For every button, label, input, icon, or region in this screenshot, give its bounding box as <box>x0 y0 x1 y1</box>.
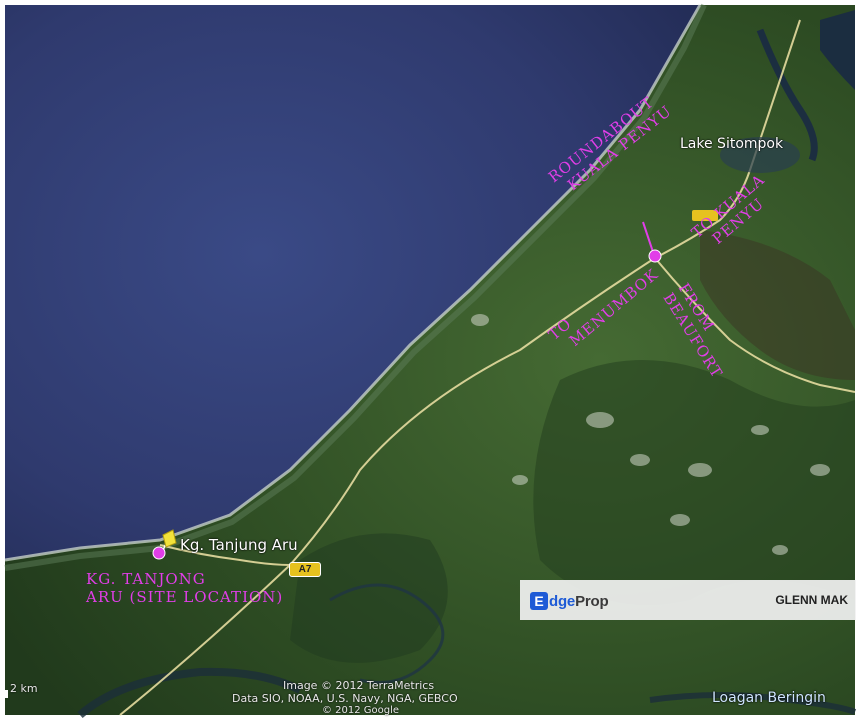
annotation-site-location: KG. TANJONG ARU (SITE LOCATION) <box>86 570 283 606</box>
attribution-line3: © 2012 Google <box>322 705 400 716</box>
agent-name: GLENN MAK <box>775 593 848 607</box>
loagan-beringin-label: Loagan Beringin <box>712 690 826 706</box>
edgeprop-logo-edge: dge <box>549 592 576 610</box>
edgeprop-logo[interactable]: E dgeProp <box>530 590 609 612</box>
attribution-line1: Image © 2012 TerraMetrics <box>283 679 435 692</box>
tanjung-aru-label: Kg. Tanjung Aru <box>180 536 298 554</box>
annotation-site-line2: ARU (SITE LOCATION) <box>86 588 284 606</box>
roundabout-marker <box>648 249 662 263</box>
attribution-line2: Data SIO, NOAA, U.S. Navy, NGA, GEBCO <box>232 692 458 705</box>
lake-sitompok-label: Lake Sitompok <box>680 136 784 152</box>
scale-label: 2 km <box>10 682 38 695</box>
scale-bar <box>5 690 8 698</box>
edgeprop-logo-badge: E <box>530 592 548 610</box>
edgeprop-logo-prop: Prop <box>575 592 609 610</box>
satellite-map[interactable]: Lake Sitompok Kg. Tanjung Aru Loagan Ber… <box>0 0 860 720</box>
annotation-site-line1: KG. TANJONG <box>86 570 206 588</box>
watermark-banner: E dgeProp GLENN MAK <box>520 580 856 620</box>
route-a7-shield: A7 <box>289 562 321 577</box>
edgeprop-logo-text: dgeProp <box>549 592 609 610</box>
